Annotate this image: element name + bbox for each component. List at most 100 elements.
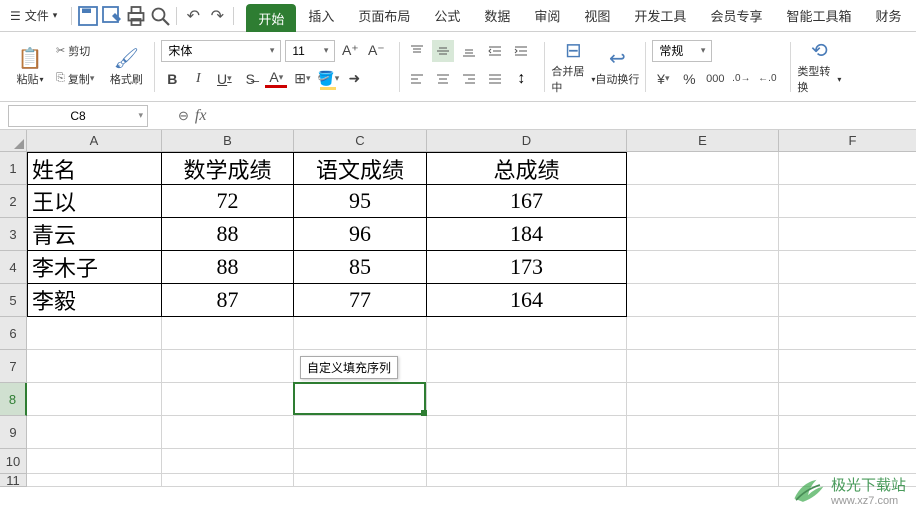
undo-icon[interactable]: ↶ [181, 4, 205, 28]
cell-C1[interactable]: 语文成绩 [294, 152, 427, 185]
cell-C3[interactable]: 96 [294, 218, 427, 251]
tab-pagelayout[interactable]: 页面布局 [346, 0, 422, 31]
col-header-A[interactable]: A [27, 130, 162, 152]
tab-review[interactable]: 审阅 [522, 0, 572, 31]
cell-F7[interactable] [779, 350, 916, 383]
merge-center-button[interactable]: ⊟ 合并居中▾ [551, 37, 595, 97]
orientation-icon[interactable]: ↕ [510, 68, 532, 90]
cell-C9[interactable] [294, 416, 427, 449]
cell-F1[interactable] [779, 152, 916, 185]
cell-C5[interactable]: 77 [294, 284, 427, 317]
cell-A10[interactable] [27, 449, 162, 474]
align-top-icon[interactable] [406, 40, 428, 62]
cell-D6[interactable] [427, 317, 627, 350]
cell-D3[interactable]: 184 [427, 218, 627, 251]
col-header-C[interactable]: C [294, 130, 427, 152]
cell-E9[interactable] [627, 416, 779, 449]
print-preview-icon[interactable] [148, 4, 172, 28]
cell-F4[interactable] [779, 251, 916, 284]
tab-smart[interactable]: 智能工具箱 [774, 0, 863, 31]
cell-F3[interactable] [779, 218, 916, 251]
cell-D10[interactable] [427, 449, 627, 474]
cell-C2[interactable]: 95 [294, 185, 427, 218]
cell-A6[interactable] [27, 317, 162, 350]
decrease-font-icon[interactable]: A⁻ [365, 40, 387, 62]
strikethrough-button[interactable]: S̶ [239, 68, 261, 90]
increase-font-icon[interactable]: A⁺ [339, 40, 361, 62]
cell-A1[interactable]: 姓名 [27, 152, 162, 185]
indent-increase-icon[interactable] [510, 40, 532, 62]
cell-D8[interactable] [427, 383, 627, 416]
redo-icon[interactable]: ↷ [205, 4, 229, 28]
cell-E8[interactable] [627, 383, 779, 416]
align-left-icon[interactable] [406, 68, 428, 90]
cell-B8[interactable] [162, 383, 294, 416]
cell-E1[interactable] [627, 152, 779, 185]
row-header-9[interactable]: 9 [0, 416, 27, 449]
row-header-2[interactable]: 2 [0, 185, 27, 218]
cell-C10[interactable] [294, 449, 427, 474]
row-header-7[interactable]: 7 [0, 350, 27, 383]
cell-C6[interactable] [294, 317, 427, 350]
cell-F6[interactable] [779, 317, 916, 350]
cell-A11[interactable] [27, 474, 162, 487]
type-convert-button[interactable]: ⟲ 类型转换▾ [797, 37, 841, 97]
phonetic-button[interactable]: ➜ [343, 68, 365, 90]
cell-B11[interactable] [162, 474, 294, 487]
save-icon[interactable] [76, 4, 100, 28]
search-icon[interactable]: ⊖ [178, 108, 189, 124]
copy-button[interactable]: ⎘复制▾ [52, 69, 98, 89]
cell-A3[interactable]: 青云 [27, 218, 162, 251]
cell-B5[interactable]: 87 [162, 284, 294, 317]
cell-D1[interactable]: 总成绩 [427, 152, 627, 185]
percent-icon[interactable]: % [678, 68, 700, 90]
cell-B7[interactable] [162, 350, 294, 383]
tab-dev[interactable]: 开发工具 [622, 0, 698, 31]
tab-start[interactable]: 开始 [246, 4, 296, 32]
cell-D7[interactable] [427, 350, 627, 383]
cell-E7[interactable] [627, 350, 779, 383]
cell-E5[interactable] [627, 284, 779, 317]
row-header-1[interactable]: 1 [0, 152, 27, 185]
cell-F8[interactable] [779, 383, 916, 416]
cell-F9[interactable] [779, 416, 916, 449]
save-as-icon[interactable] [100, 4, 124, 28]
col-header-F[interactable]: F [779, 130, 916, 152]
row-header-5[interactable]: 5 [0, 284, 27, 317]
row-header-11[interactable]: 11 [0, 474, 27, 487]
fx-icon[interactable]: fx [195, 107, 207, 125]
currency-icon[interactable]: ¥▾ [652, 68, 674, 90]
borders-button[interactable]: ⊞▾ [291, 68, 313, 90]
align-right-icon[interactable] [458, 68, 480, 90]
font-color-button[interactable]: A▾ [265, 69, 287, 88]
col-header-B[interactable]: B [162, 130, 294, 152]
cell-A9[interactable] [27, 416, 162, 449]
cell-B3[interactable]: 88 [162, 218, 294, 251]
cell-B10[interactable] [162, 449, 294, 474]
print-icon[interactable] [124, 4, 148, 28]
cell-B6[interactable] [162, 317, 294, 350]
font-size-select[interactable]: 11▾ [285, 40, 335, 62]
number-format-select[interactable]: 常规▾ [652, 40, 712, 62]
cell-D9[interactable] [427, 416, 627, 449]
cell-A5[interactable]: 李毅 [27, 284, 162, 317]
tab-member[interactable]: 会员专享 [698, 0, 774, 31]
align-center-icon[interactable] [432, 68, 454, 90]
select-all-corner[interactable] [0, 130, 27, 152]
increase-decimal-icon[interactable]: .0→ [730, 68, 752, 90]
paste-button[interactable]: 📋 粘贴▾ [8, 37, 52, 97]
indent-decrease-icon[interactable] [484, 40, 506, 62]
cell-B2[interactable]: 72 [162, 185, 294, 218]
cell-F5[interactable] [779, 284, 916, 317]
cell-F2[interactable] [779, 185, 916, 218]
cell-B9[interactable] [162, 416, 294, 449]
italic-button[interactable]: I [187, 68, 209, 90]
file-menu[interactable]: ☰ 文件 ▾ [0, 0, 67, 31]
formula-input[interactable] [216, 105, 916, 127]
align-bottom-icon[interactable] [458, 40, 480, 62]
row-header-4[interactable]: 4 [0, 251, 27, 284]
cell-A2[interactable]: 王以 [27, 185, 162, 218]
justify-icon[interactable] [484, 68, 506, 90]
cell-B1[interactable]: 数学成绩 [162, 152, 294, 185]
row-header-10[interactable]: 10 [0, 449, 27, 474]
